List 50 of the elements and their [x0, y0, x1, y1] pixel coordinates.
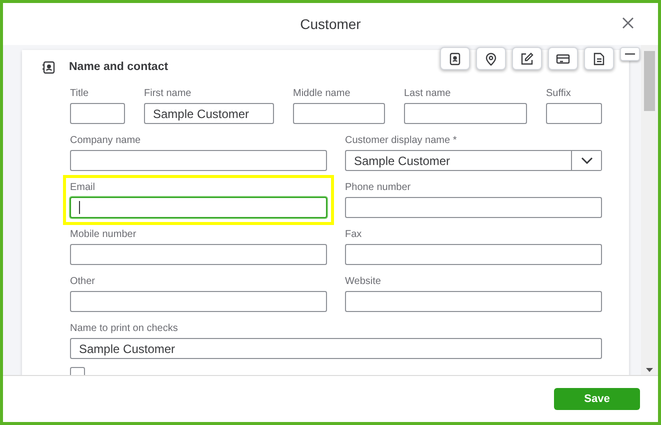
field-label: Name to print on checks [70, 323, 179, 335]
card-icon [556, 52, 570, 66]
dropdown-field[interactable]: Sample Customer [345, 150, 602, 171]
text-field[interactable] [70, 197, 327, 218]
field-label: Mobile number [70, 229, 138, 241]
scroll-down-icon[interactable] [646, 368, 653, 372]
contact-book-icon [448, 52, 462, 66]
contact-book-icon [42, 60, 55, 74]
field-label: Website [345, 276, 382, 288]
field-label: Email [70, 182, 96, 194]
text-field[interactable]: Sample Customer [144, 103, 274, 124]
text-field[interactable] [70, 103, 125, 124]
text-cursor [79, 201, 80, 214]
scrollbar-thumb[interactable] [644, 51, 655, 111]
field-label: Company name [70, 135, 142, 147]
text-field[interactable] [404, 103, 527, 124]
dialog-title: Customer [300, 16, 361, 32]
dropdown-button[interactable] [571, 151, 601, 170]
text-field[interactable] [70, 291, 327, 312]
location-pin-button[interactable] [476, 47, 506, 70]
text-field[interactable] [546, 103, 602, 124]
field-label: Last name [404, 88, 452, 100]
text-field[interactable] [70, 244, 327, 265]
contact-book-button[interactable] [440, 47, 470, 70]
document-icon [592, 52, 606, 66]
minimize-button[interactable] [620, 47, 640, 61]
section-title: Name and contact [69, 61, 168, 73]
field-label: Middle name [293, 88, 352, 100]
document-button[interactable] [584, 47, 614, 70]
pencil-square-button[interactable] [512, 47, 542, 70]
field-label: Phone number [345, 182, 412, 194]
text-field[interactable] [345, 197, 602, 218]
field-label: First name [144, 88, 192, 100]
text-field[interactable] [345, 244, 602, 265]
text-field[interactable] [293, 103, 385, 124]
field-label: Suffix [546, 88, 572, 100]
caret-icon [580, 157, 592, 164]
scrollbar[interactable] [641, 45, 658, 375]
field-label: Other [70, 276, 96, 288]
text-field[interactable] [345, 291, 602, 312]
card-button[interactable] [548, 47, 578, 70]
minus-icon [625, 53, 635, 55]
location-pin-icon [484, 52, 498, 66]
pencil-square-icon [520, 52, 534, 66]
text-field[interactable]: Sample Customer [70, 338, 602, 359]
field-label: Customer display name * [345, 135, 458, 147]
field-label: Title [70, 88, 90, 100]
field-label: Fax [345, 229, 363, 241]
text-field[interactable] [70, 150, 327, 171]
close-icon[interactable] [622, 17, 634, 29]
